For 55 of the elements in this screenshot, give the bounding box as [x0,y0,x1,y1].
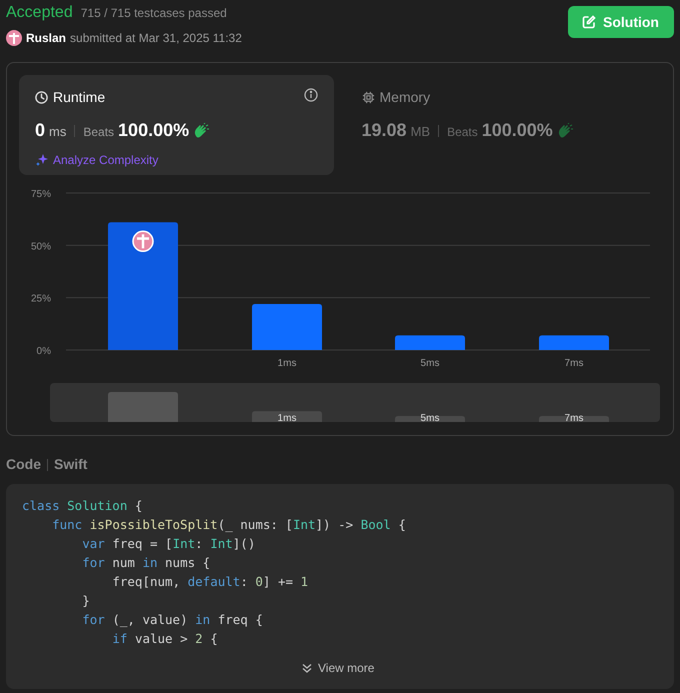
avatar-icon[interactable] [6,30,22,46]
bar[interactable] [539,335,609,350]
overview-bar [395,416,465,422]
analyze-complexity-link[interactable]: Analyze Complexity [35,151,158,169]
code-line: func isPossibleToSplit(_ nums: [Int]) -> Bool { [52,516,406,534]
clapping-hands-icon [193,123,210,138]
axis-category-label: 1ms [278,358,296,369]
chip-icon [362,91,375,104]
beats-percent: 100.00% [118,119,190,142]
edit-icon [581,14,597,30]
overview-bar [252,411,322,422]
code-line: if value > 2 { [112,630,218,648]
testcases-text: 715 / 715 testcases passed [80,5,227,22]
code-line: class Solution { [22,497,142,515]
axis-category-label: 7ms [564,358,584,369]
submitted-text: submitted at Mar 31, 2025 11:32 [70,30,242,47]
overview-label: 5ms [420,413,440,424]
view-more-button[interactable]: View more [301,659,374,677]
clock-icon [35,91,48,104]
metric-title: Memory [380,88,430,107]
metric-tab[interactable]: Memory 19.08 MB Beats 100.00% [362,75,661,175]
solution-button[interactable]: Solution [568,6,674,38]
axis-tick-label: 0% [36,346,51,357]
metric-title: Runtime [53,88,106,107]
overview-bar [539,416,609,422]
code-tab[interactable]: Code [6,454,41,475]
code-line: for num in nums { [82,554,210,572]
beats-percent: 100.00% [482,119,553,142]
code-line: var freq = [Int: Int]() [82,535,256,553]
metric-unit: ms [49,123,66,141]
sparkle-icon [35,153,49,167]
code-line: } [82,592,90,610]
axis-category-label: 5ms [420,358,440,369]
info-icon[interactable] [304,88,318,102]
metric-value: 19.08 [362,119,407,142]
overview-bar [108,392,178,422]
clapping-hands-icon [556,123,573,138]
author-link[interactable]: Ruslan [26,29,66,47]
bar[interactable] [108,222,178,350]
status-text: Accepted [6,3,73,23]
axis-tick-label: 50% [30,241,51,252]
overview-label: 1ms [278,413,296,424]
beats-label: Beats [447,124,478,141]
metric-unit: MB [410,123,430,141]
overview-label: 7ms [564,413,584,424]
bar[interactable] [395,335,465,350]
beats-label: Beats [83,124,114,141]
language-label: Swift [54,455,88,474]
axis-tick-label: 75% [30,189,51,200]
code-line: freq[num, default: 0] += 1 [112,573,308,591]
chevrons-down-icon [301,662,313,674]
metric-card[interactable]: Runtime 0 ms Beats 100.00% Analyze Complexity [19,75,334,175]
metric-value: 0 [35,119,46,142]
code-line: for (_, value) in freq { [82,611,263,629]
axis-tick-label: 25% [30,294,51,305]
